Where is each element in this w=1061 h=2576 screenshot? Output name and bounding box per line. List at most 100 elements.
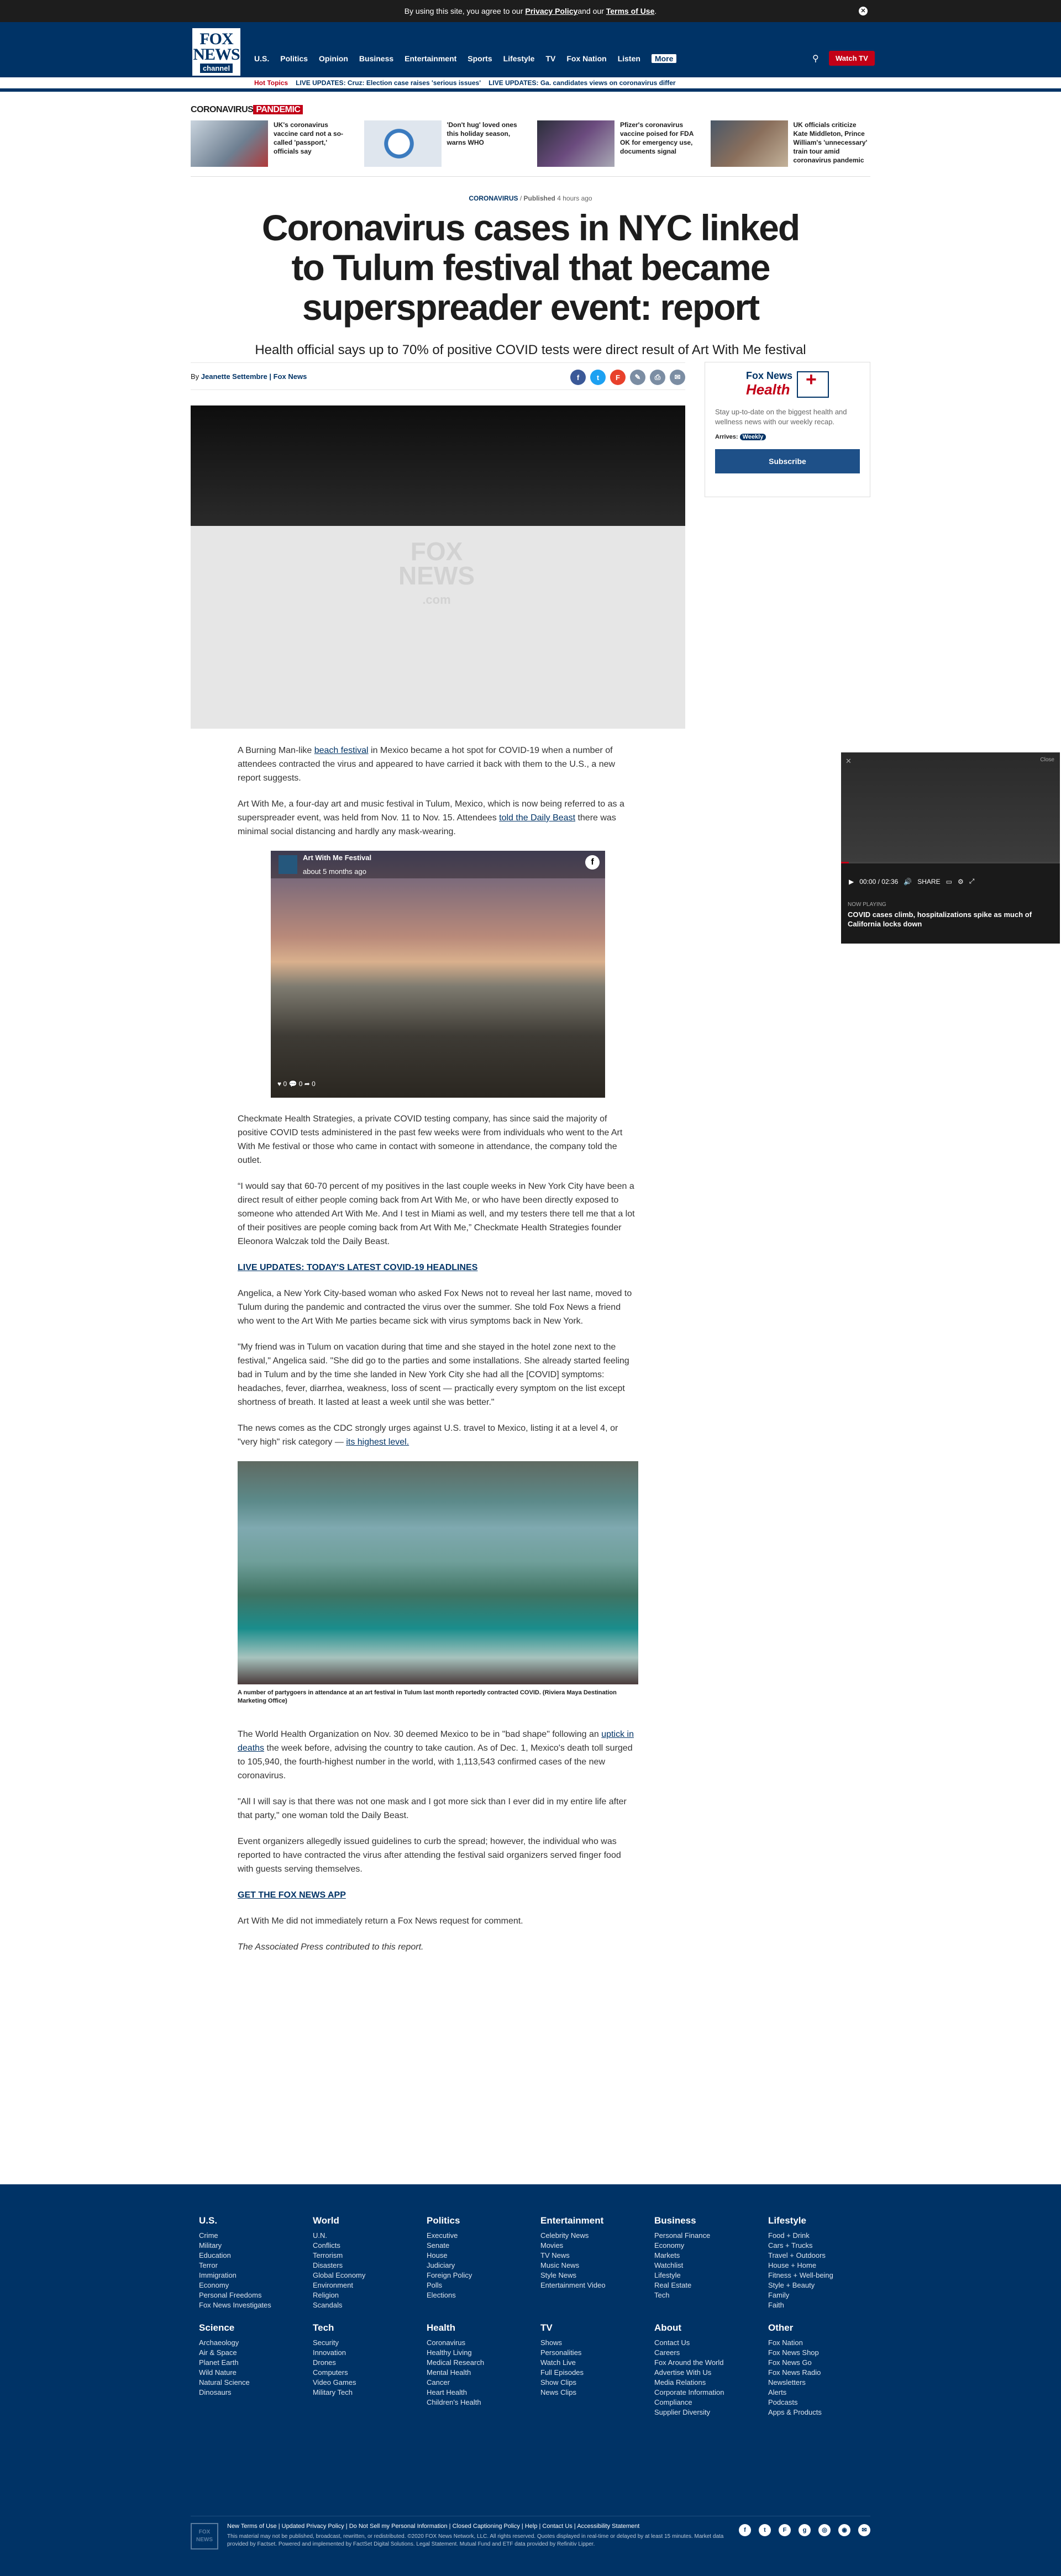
play-icon[interactable]: ▶ (849, 878, 854, 886)
footer-heading[interactable]: Other (768, 2322, 882, 2333)
footer-link[interactable]: Terror (199, 2261, 313, 2271)
footer-link[interactable]: Senate (427, 2241, 540, 2251)
footer-link[interactable]: Style News (540, 2271, 654, 2280)
footer-link[interactable]: Air & Space (199, 2348, 313, 2358)
footer-heading[interactable]: U.S. (199, 2215, 313, 2226)
fullscreen-icon[interactable]: ⤢ (969, 877, 975, 886)
nav-sports[interactable]: Sports (468, 54, 492, 63)
footer-link[interactable]: Heart Health (427, 2388, 540, 2398)
footer-heading[interactable]: Lifestyle (768, 2215, 882, 2226)
footer-heading[interactable]: Tech (313, 2322, 427, 2333)
floating-video-player[interactable]: ✕ Close ▶ 00:00 / 02:36 🔊 SHARE ▭ ⚙ ⤢ NO… (841, 752, 1060, 944)
footer-link[interactable]: Immigration (199, 2271, 313, 2280)
footer-link[interactable]: Compliance (654, 2398, 768, 2408)
footer-link[interactable]: Personalities (540, 2348, 654, 2358)
footer-link[interactable]: Fitness + Well-being (768, 2271, 882, 2280)
footer-link[interactable]: Mental Health (427, 2368, 540, 2378)
footer-link[interactable]: Movies (540, 2241, 654, 2251)
footer-link[interactable]: Lifestyle (654, 2271, 768, 2280)
flipboard-icon[interactable]: F (779, 2524, 791, 2536)
footer-link[interactable]: Faith (768, 2300, 882, 2310)
footer-link[interactable]: Show Clips (540, 2378, 654, 2388)
footer-link[interactable]: Economy (199, 2280, 313, 2290)
footer-link[interactable]: Celebrity News (540, 2231, 654, 2241)
footer-link[interactable]: Fox Around the World (654, 2358, 768, 2368)
beach-festival-link[interactable]: beach festival (314, 746, 369, 755)
footer-link[interactable]: Fox News Radio (768, 2368, 882, 2378)
facebook-icon[interactable]: f (739, 2524, 751, 2536)
footer-heading[interactable]: Business (654, 2215, 768, 2226)
volume-icon[interactable]: 🔊 (904, 878, 912, 886)
footer-link[interactable]: Drones (313, 2358, 427, 2368)
footer-link[interactable]: Podcasts (768, 2398, 882, 2408)
topic-card[interactable]: Pfizer's coronavirus vaccine poised for … (537, 120, 697, 167)
footer-link[interactable]: Fox Nation (768, 2338, 882, 2348)
footer-link[interactable]: Apps & Products (768, 2408, 882, 2417)
flipboard-icon[interactable]: F (610, 370, 626, 385)
footer-link[interactable]: House + Home (768, 2261, 882, 2271)
now-playing-title[interactable]: COVID cases climb, hospitalizations spik… (848, 910, 1052, 929)
footer-link[interactable]: News Clips (540, 2388, 654, 2398)
video-player[interactable]: FOX NEWS .com (191, 405, 685, 729)
footer-link[interactable]: Family (768, 2290, 882, 2300)
nav-tv[interactable]: TV (545, 54, 555, 63)
nav-opinion[interactable]: Opinion (319, 54, 348, 63)
nav-more[interactable]: More (651, 54, 677, 63)
facebook-embed[interactable]: Art With Me Festival about 5 months ago f… (271, 851, 605, 1098)
footer-link[interactable]: Advertise With Us (654, 2368, 768, 2378)
footer-link[interactable]: Disasters (313, 2261, 427, 2271)
live-updates-link[interactable]: LIVE UPDATES: TODAY'S LATEST COVID-19 HE… (238, 1261, 638, 1274)
footer-link[interactable]: Natural Science (199, 2378, 313, 2388)
embed-page-name[interactable]: Art With Me Festival (303, 854, 371, 862)
captions-icon[interactable]: ▭ (946, 878, 952, 886)
footer-link[interactable]: Global Economy (313, 2271, 427, 2280)
privacy-policy-link[interactable]: Privacy Policy (525, 7, 577, 15)
footer-link[interactable]: Polls (427, 2280, 540, 2290)
footer-link[interactable]: Personal Finance (654, 2231, 768, 2241)
footer-link[interactable]: Cars + Trucks (768, 2241, 882, 2251)
footer-heading[interactable]: Entertainment (540, 2215, 654, 2226)
footer-link[interactable]: Children's Health (427, 2398, 540, 2408)
search-icon[interactable]: ⚲ (812, 53, 823, 64)
topic-card[interactable]: UK officials criticize Kate Middleton, P… (710, 120, 871, 167)
settings-icon[interactable]: ⚙ (958, 878, 964, 886)
footer-logo[interactable]: FOX NEWS (191, 2523, 218, 2549)
footer-link[interactable]: Innovation (313, 2348, 427, 2358)
footer-link[interactable]: Healthy Living (427, 2348, 540, 2358)
fox-news-logo[interactable]: FOX NEWS channel (191, 27, 242, 77)
footer-link[interactable]: Education (199, 2251, 313, 2261)
facebook-icon[interactable]: f (585, 855, 600, 870)
footer-link[interactable]: Economy (654, 2241, 768, 2251)
close-icon[interactable]: ✕ (845, 757, 852, 766)
progress-bar[interactable] (841, 862, 1060, 863)
footer-link[interactable]: Full Episodes (540, 2368, 654, 2378)
footer-link[interactable]: Planet Earth (199, 2358, 313, 2368)
footer-link[interactable]: Security (313, 2338, 427, 2348)
footer-heading[interactable]: Science (199, 2322, 313, 2333)
highest-level-link[interactable]: its highest level. (346, 1437, 409, 1447)
nav-fox-nation[interactable]: Fox Nation (566, 54, 606, 63)
footer-link[interactable]: Style + Beauty (768, 2280, 882, 2290)
footer-link[interactable]: Fox News Investigates (199, 2300, 313, 2310)
close-label[interactable]: Close (1040, 757, 1054, 763)
email-icon[interactable]: ✉ (670, 370, 685, 385)
nav-entertainment[interactable]: Entertainment (405, 54, 456, 63)
footer-link[interactable]: Media Relations (654, 2378, 768, 2388)
footer-link[interactable]: Food + Drink (768, 2231, 882, 2241)
footer-heading[interactable]: TV (540, 2322, 654, 2333)
footer-link[interactable]: Elections (427, 2290, 540, 2300)
get-app-link[interactable]: GET THE FOX NEWS APP (238, 1888, 638, 1902)
footer-link[interactable]: Markets (654, 2251, 768, 2261)
instagram-icon[interactable]: ◎ (818, 2524, 831, 2536)
footer-link[interactable]: U.N. (313, 2231, 427, 2241)
footer-link[interactable]: Tech (654, 2290, 768, 2300)
footer-link[interactable]: Cancer (427, 2378, 540, 2388)
footer-link[interactable]: Foreign Policy (427, 2271, 540, 2280)
footer-heading[interactable]: Politics (427, 2215, 540, 2226)
footer-heading[interactable]: About (654, 2322, 768, 2333)
terms-link[interactable]: Terms of Use (606, 7, 655, 15)
footer-link[interactable]: Entertainment Video (540, 2280, 654, 2290)
nav-lifestyle[interactable]: Lifestyle (503, 54, 535, 63)
author-link[interactable]: Jeanette Settembre (201, 372, 267, 381)
footer-link[interactable]: Conflicts (313, 2241, 427, 2251)
